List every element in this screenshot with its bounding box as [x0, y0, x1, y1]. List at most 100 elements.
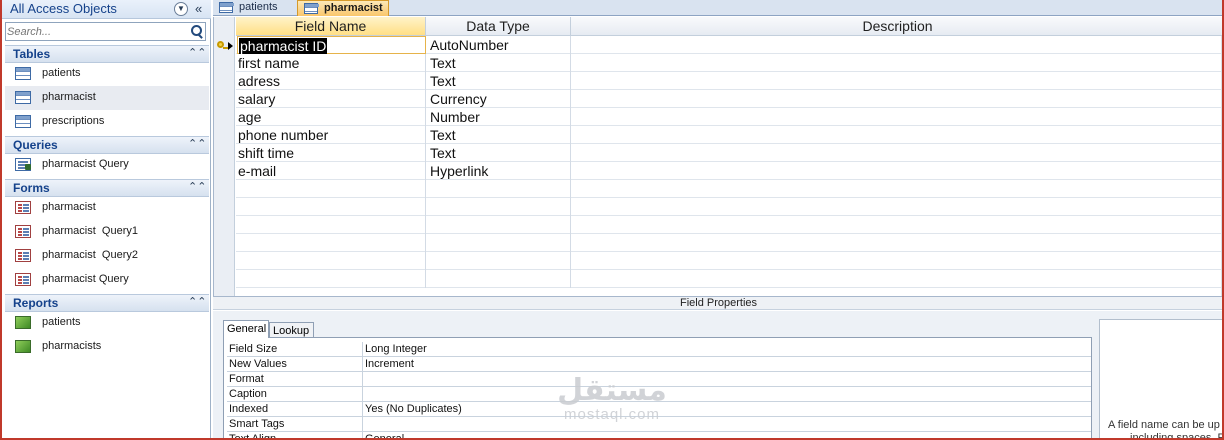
group-header-tables[interactable]: Tables ⌃⌃ — [5, 45, 209, 63]
description-cell[interactable] — [572, 90, 1224, 108]
column-header-data-type[interactable]: Data Type — [426, 17, 571, 36]
field-name-cell[interactable]: salary — [237, 90, 426, 108]
data-type-cell[interactable] — [427, 216, 571, 234]
data-type-cell[interactable]: Text — [427, 72, 571, 90]
table-row[interactable]: e-mail Hyperlink — [236, 162, 1224, 180]
table-row[interactable]: phone number Text — [236, 126, 1224, 144]
nav-item-table-pharmacist[interactable]: pharmacist — [5, 86, 209, 110]
table-row[interactable]: first name Text — [236, 54, 1224, 72]
tab-pharmacist[interactable]: pharmacist — [297, 0, 389, 16]
description-cell[interactable] — [572, 72, 1224, 90]
data-type-cell[interactable]: Hyperlink — [427, 162, 571, 180]
table-row[interactable]: shift time Text — [236, 144, 1224, 162]
collapse-group-icon[interactable]: ⌃⌃ — [188, 180, 206, 193]
chevron-down-icon[interactable]: ▼ — [174, 2, 188, 16]
description-cell[interactable] — [572, 108, 1224, 126]
data-type-cell[interactable]: Text — [427, 126, 571, 144]
data-type-cell[interactable]: Number — [427, 108, 571, 126]
property-value[interactable] — [362, 387, 1091, 402]
property-name: New Values — [229, 358, 287, 370]
nav-item-table-prescriptions[interactable]: prescriptions — [5, 110, 209, 134]
row-selector-column[interactable] — [214, 17, 235, 296]
collapse-group-icon[interactable]: ⌃⌃ — [188, 137, 206, 150]
collapse-pane-icon[interactable]: « — [195, 1, 202, 16]
field-name-cell[interactable] — [237, 216, 426, 234]
data-type-cell[interactable] — [427, 180, 571, 198]
field-name-cell[interactable] — [237, 252, 426, 270]
group-header-forms[interactable]: Forms ⌃⌃ — [5, 179, 209, 197]
tab-patients[interactable]: patients — [213, 0, 295, 16]
row-selector-current[interactable] — [216, 38, 234, 54]
query-icon — [15, 158, 31, 171]
field-name-cell[interactable] — [237, 180, 426, 198]
data-type-cell[interactable]: Currency — [427, 90, 571, 108]
field-name-cell[interactable]: phone number — [237, 126, 426, 144]
description-cell[interactable] — [572, 144, 1224, 162]
search-input[interactable] — [7, 24, 185, 39]
field-name-cell[interactable]: e-mail — [237, 162, 426, 180]
data-type-cell[interactable] — [427, 234, 571, 252]
property-value[interactable] — [362, 417, 1091, 432]
document-tab-bar: patients pharmacist — [213, 0, 1224, 16]
data-type-cell[interactable]: Text — [427, 54, 571, 72]
nav-item-form-query2[interactable]: pharmacist Query2 — [5, 244, 209, 268]
field-name-cell[interactable]: adress — [237, 72, 426, 90]
tab-lookup[interactable]: Lookup — [269, 322, 314, 338]
nav-item-table-patients[interactable]: patients — [5, 62, 209, 86]
nav-item-form-query[interactable]: pharmacist Query — [5, 268, 209, 292]
nav-header[interactable]: All Access Objects ▼ « — [2, 0, 211, 19]
property-value[interactable]: Increment — [362, 357, 1091, 372]
group-label: Queries — [13, 138, 58, 152]
nav-item-report-patients[interactable]: patients — [5, 311, 209, 335]
table-row-empty[interactable] — [236, 216, 1224, 234]
nav-item-query-pharmacist[interactable]: pharmacist Query — [5, 153, 209, 177]
field-name-cell[interactable]: age — [237, 108, 426, 126]
data-type-cell[interactable] — [427, 252, 571, 270]
table-row[interactable]: salary Currency — [236, 90, 1224, 108]
table-row-empty[interactable] — [236, 270, 1224, 288]
field-name-cell[interactable] — [237, 198, 426, 216]
description-cell[interactable] — [572, 162, 1224, 180]
field-name-text[interactable]: pharmacist ID — [239, 38, 328, 54]
report-icon — [15, 340, 31, 353]
table-row[interactable]: adress Text — [236, 72, 1224, 90]
property-value[interactable] — [362, 372, 1091, 387]
collapse-group-icon[interactable]: ⌃⌃ — [188, 295, 206, 308]
column-header-description[interactable]: Description — [571, 17, 1224, 36]
nav-item-form-pharmacist[interactable]: pharmacist — [5, 196, 209, 220]
table-row-empty[interactable] — [236, 180, 1224, 198]
field-name-cell[interactable]: shift time — [237, 144, 426, 162]
description-cell[interactable] — [572, 36, 1224, 54]
search-icon[interactable] — [190, 24, 204, 39]
group-header-queries[interactable]: Queries ⌃⌃ — [5, 136, 209, 154]
nav-search-box[interactable] — [5, 22, 206, 41]
property-value[interactable]: Long Integer — [362, 342, 1091, 357]
description-cell[interactable] — [572, 54, 1224, 72]
property-row[interactable]: New Values Increment — [227, 357, 1091, 372]
table-row[interactable]: pharmacist ID AutoNumber — [236, 36, 1224, 54]
nav-item-form-query1[interactable]: pharmacist Query1 — [5, 220, 209, 244]
table-row[interactable]: age Number — [236, 108, 1224, 126]
nav-title[interactable]: All Access Objects — [10, 1, 117, 16]
data-type-cell[interactable]: AutoNumber — [427, 36, 571, 54]
data-type-cell[interactable] — [427, 270, 571, 288]
collapse-group-icon[interactable]: ⌃⌃ — [188, 46, 206, 59]
table-row-empty[interactable] — [236, 252, 1224, 270]
table-row-empty[interactable] — [236, 234, 1224, 252]
nav-item-report-pharmacists[interactable]: pharmacists — [5, 335, 209, 359]
field-name-cell[interactable] — [237, 234, 426, 252]
data-type-cell[interactable] — [427, 198, 571, 216]
column-header-field-name[interactable]: Field Name — [236, 17, 426, 36]
property-row[interactable]: Field Size Long Integer — [227, 342, 1091, 357]
watermark-arabic: مستقل — [557, 373, 667, 408]
group-header-reports[interactable]: Reports ⌃⌃ — [5, 294, 209, 312]
field-name-cell[interactable]: first name — [237, 54, 426, 72]
table-row-empty[interactable] — [236, 198, 1224, 216]
field-name-cell[interactable] — [237, 270, 426, 288]
description-cell[interactable] — [572, 126, 1224, 144]
tab-general[interactable]: General — [223, 320, 269, 338]
property-value[interactable]: Yes (No Duplicates) — [362, 402, 1091, 417]
field-name-cell[interactable]: pharmacist ID — [237, 36, 426, 54]
data-type-cell[interactable]: Text — [427, 144, 571, 162]
tab-label: patients — [239, 1, 278, 13]
